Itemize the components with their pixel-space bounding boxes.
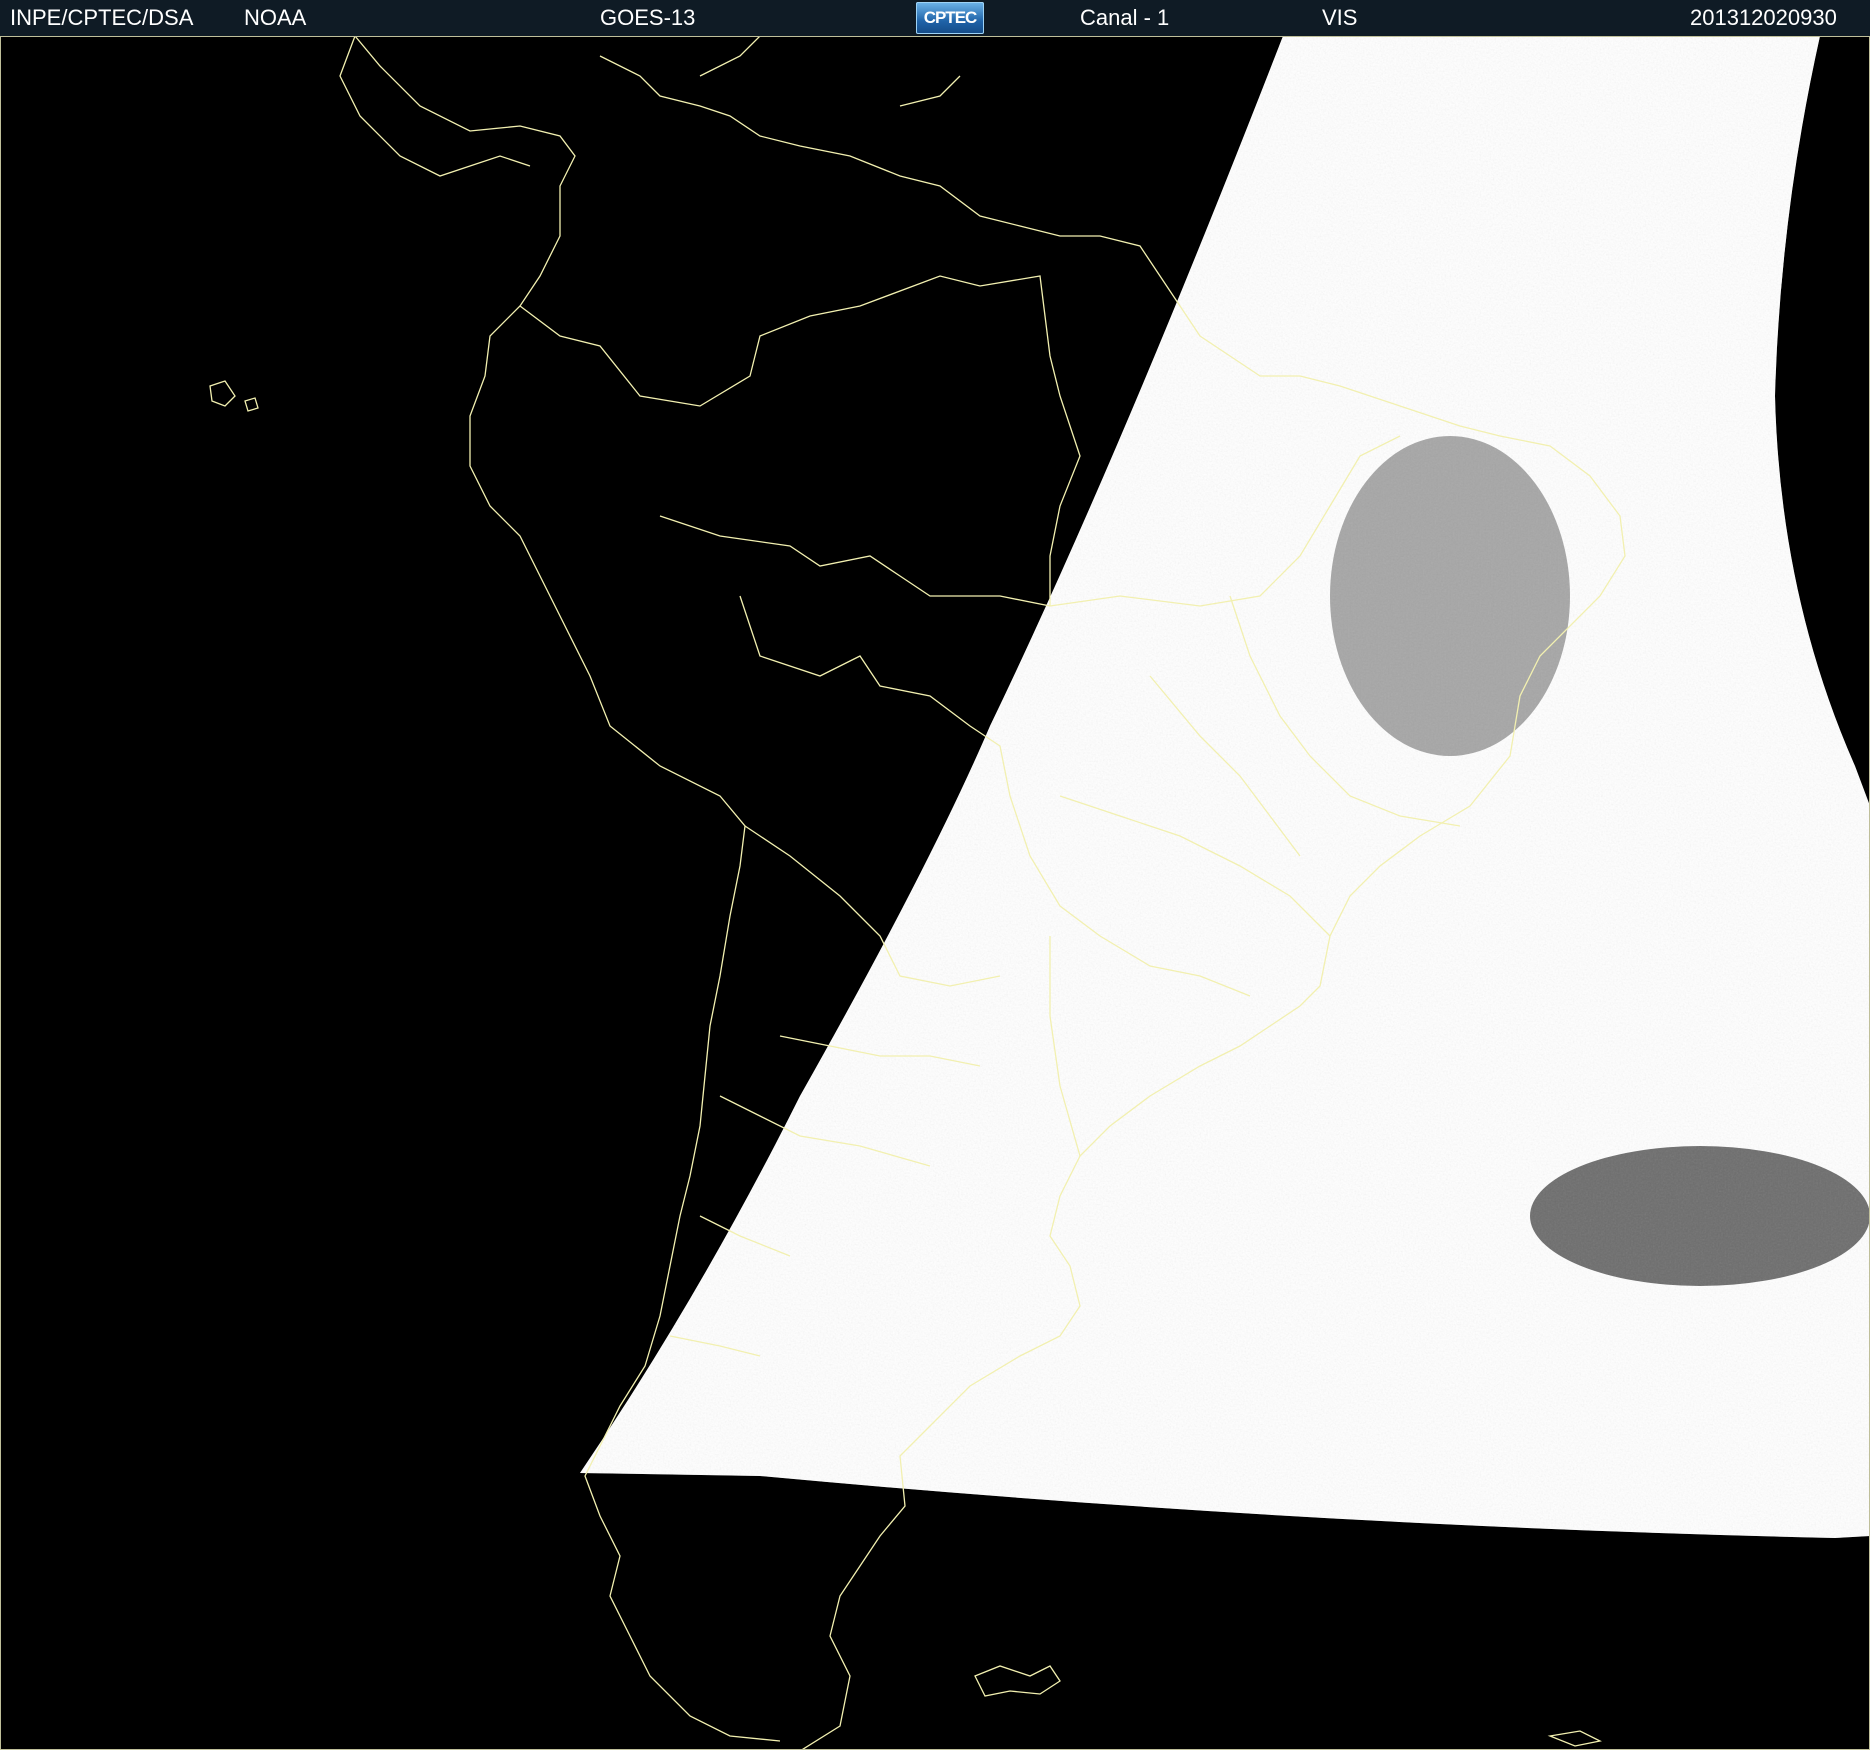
satellite-label: GOES-13 <box>600 5 696 30</box>
channel-label: Canal - 1 <box>1080 5 1170 30</box>
header-bar: INPE/CPTEC/DSA NOAA GOES-13 CPTEC Canal … <box>0 0 1870 36</box>
logo-text: CPTEC <box>923 8 978 27</box>
agency-label: NOAA <box>244 5 307 30</box>
satellite-image <box>0 36 1870 1750</box>
cptec-logo: CPTEC <box>916 2 984 34</box>
institution-label: INPE/CPTEC/DSA <box>10 5 194 30</box>
band-label: VIS <box>1322 5 1358 30</box>
timestamp-label: 201312020930 <box>1690 5 1837 30</box>
